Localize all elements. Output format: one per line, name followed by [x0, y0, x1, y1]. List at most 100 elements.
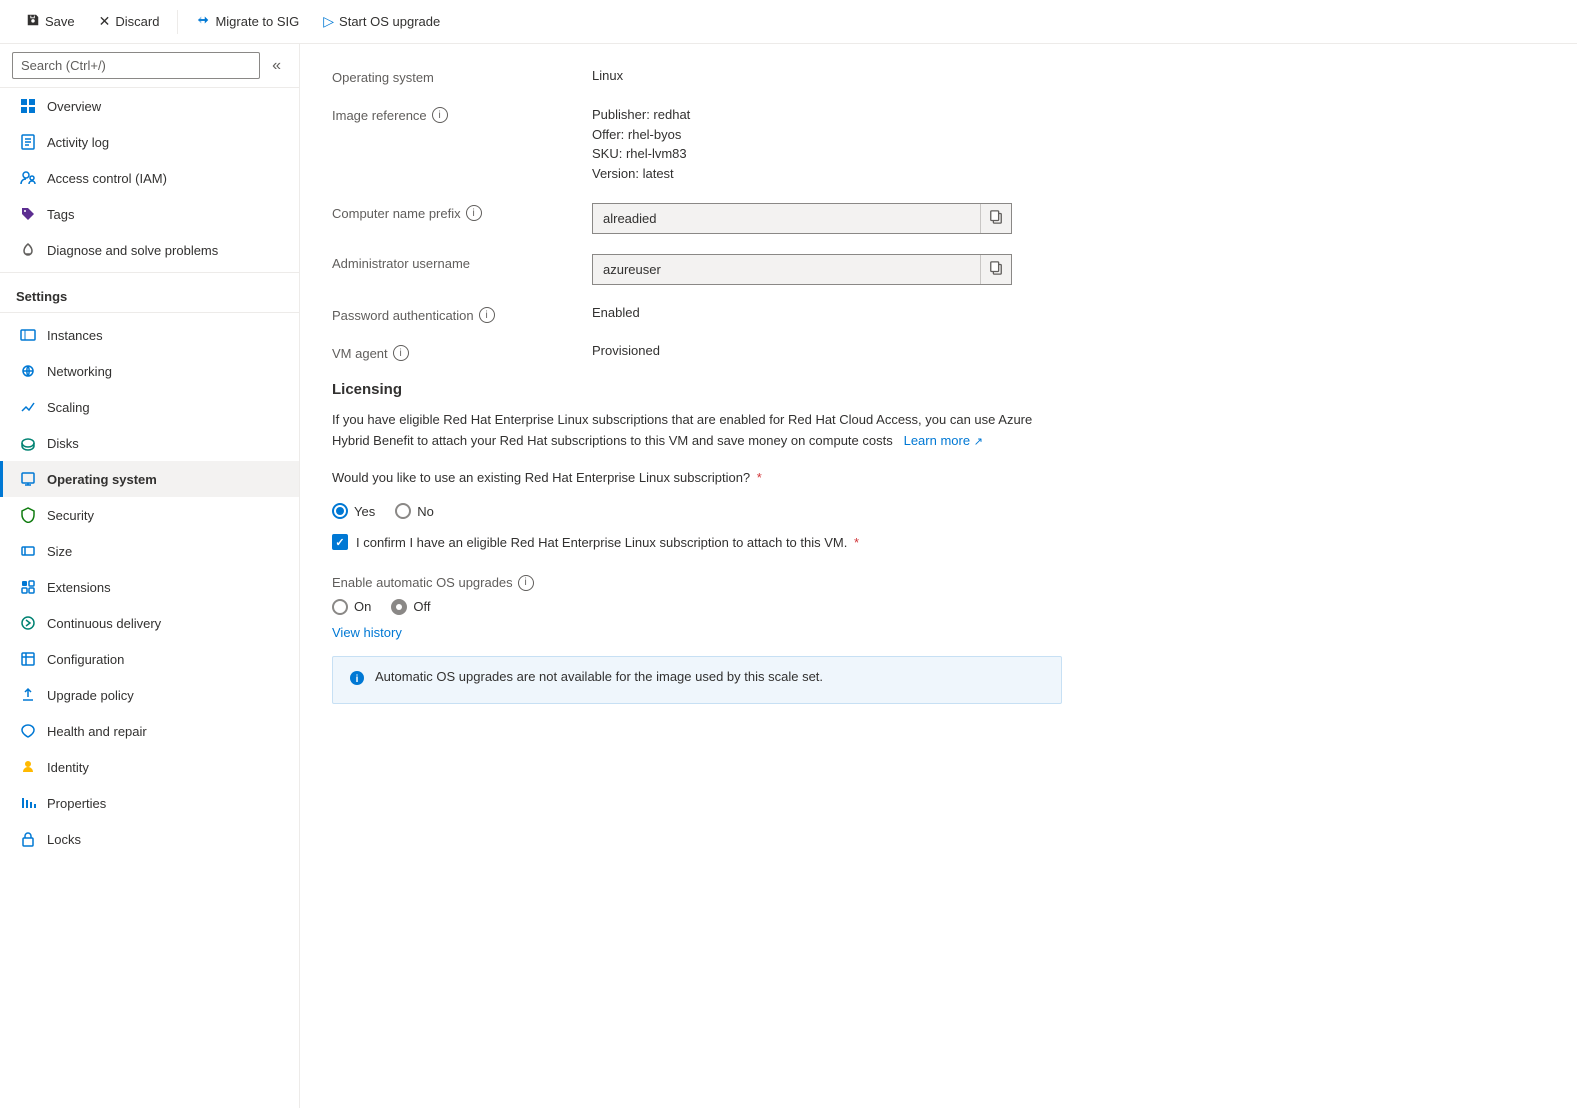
- start-icon: ▷: [323, 13, 334, 30]
- search-input[interactable]: [12, 52, 260, 79]
- sidebar-item-health-repair[interactable]: Health and repair: [0, 713, 299, 749]
- sidebar-item-label: Tags: [47, 207, 74, 222]
- sidebar-item-label: Scaling: [47, 400, 90, 415]
- required-mark: *: [757, 470, 762, 485]
- settings-section-title: Settings: [0, 277, 299, 308]
- field-label-password-auth: Password authentication i: [332, 305, 592, 323]
- sidebar-item-label: Networking: [47, 364, 112, 379]
- yes-radio[interactable]: [332, 503, 348, 519]
- sidebar-item-disks[interactable]: Disks: [0, 425, 299, 461]
- sidebar-item-operating-system[interactable]: Operating system: [0, 461, 299, 497]
- field-label-os: Operating system: [332, 68, 592, 85]
- view-history-link[interactable]: View history: [332, 625, 402, 640]
- subscription-question: Would you like to use an existing Red Ha…: [332, 468, 762, 488]
- image-info-icon[interactable]: i: [432, 107, 448, 123]
- sidebar-item-properties[interactable]: Properties: [0, 785, 299, 821]
- computer-name-copy-button[interactable]: [980, 204, 1011, 233]
- sidebar-item-size[interactable]: Size: [0, 533, 299, 569]
- confirm-checkbox[interactable]: [332, 534, 348, 550]
- sidebar-item-locks[interactable]: Locks: [0, 821, 299, 857]
- computer-name-info-icon[interactable]: i: [466, 205, 482, 221]
- field-admin-username: Administrator username: [332, 254, 1545, 285]
- save-icon: [26, 13, 40, 30]
- vm-agent-info-icon[interactable]: i: [393, 345, 409, 361]
- os-upgrades-off-radio[interactable]: [391, 599, 407, 615]
- toolbar-divider: [177, 10, 178, 34]
- info-banner-icon: i: [349, 670, 365, 691]
- save-button[interactable]: Save: [16, 8, 85, 35]
- sidebar-item-label: Upgrade policy: [47, 688, 134, 703]
- learn-more-link[interactable]: Learn more ↗: [900, 433, 983, 448]
- field-label-image: Image reference i: [332, 105, 592, 123]
- sidebar-item-label: Locks: [47, 832, 81, 847]
- field-password-auth: Password authentication i Enabled: [332, 305, 1545, 323]
- sidebar-item-upgrade-policy[interactable]: Upgrade policy: [0, 677, 299, 713]
- no-radio[interactable]: [395, 503, 411, 519]
- no-option[interactable]: No: [395, 503, 434, 519]
- sidebar-item-networking[interactable]: Networking: [0, 353, 299, 389]
- sidebar-item-activity-log[interactable]: Activity log: [0, 124, 299, 160]
- sidebar-item-instances[interactable]: Instances: [0, 317, 299, 353]
- content-area: Operating system Linux Image reference i…: [300, 44, 1577, 1108]
- field-vm-agent: VM agent i Provisioned: [332, 343, 1545, 361]
- overview-icon: [19, 97, 37, 115]
- os-icon: [19, 470, 37, 488]
- start-os-upgrade-button[interactable]: ▷ Start OS upgrade: [313, 8, 450, 35]
- activity-log-icon: [19, 133, 37, 151]
- sidebar-item-security[interactable]: Security: [0, 497, 299, 533]
- sidebar-item-label: Overview: [47, 99, 101, 114]
- auto-os-info-icon[interactable]: i: [518, 575, 534, 591]
- info-banner-text: Automatic OS upgrades are not available …: [375, 669, 823, 684]
- computer-name-input-group: [592, 203, 1012, 234]
- yes-option[interactable]: Yes: [332, 503, 375, 519]
- instances-icon: [19, 326, 37, 344]
- subscription-radio-group: Yes No: [332, 503, 1545, 519]
- discard-button[interactable]: ✕ Discard: [89, 8, 170, 35]
- cd-icon: [19, 614, 37, 632]
- sidebar-item-label: Identity: [47, 760, 89, 775]
- extensions-icon: [19, 578, 37, 596]
- sidebar-item-label: Diagnose and solve problems: [47, 243, 218, 258]
- sidebar-item-label: Security: [47, 508, 94, 523]
- os-upgrades-on-option[interactable]: On: [332, 599, 371, 615]
- sidebar-item-configuration[interactable]: Configuration: [0, 641, 299, 677]
- sidebar-item-access-control[interactable]: Access control (IAM): [0, 160, 299, 196]
- field-image-reference: Image reference i Publisher: redhat Offe…: [332, 105, 1545, 183]
- health-icon: [19, 722, 37, 740]
- field-value-image: Publisher: redhat Offer: rhel-byos SKU: …: [592, 105, 1545, 183]
- sidebar-collapse-button[interactable]: «: [266, 55, 287, 77]
- sidebar-item-label: Health and repair: [47, 724, 147, 739]
- field-value-password-auth: Enabled: [592, 305, 1545, 320]
- migrate-sig-button[interactable]: Migrate to SIG: [186, 8, 309, 35]
- migrate-icon: [196, 13, 210, 30]
- sidebar-item-diagnose[interactable]: Diagnose and solve problems: [0, 232, 299, 268]
- locks-icon: [19, 830, 37, 848]
- sidebar-search-area: «: [0, 44, 299, 88]
- field-auto-os-upgrades: Enable automatic OS upgrades i: [332, 573, 1545, 591]
- field-value-computer-name: [592, 203, 1545, 234]
- computer-name-input[interactable]: [593, 205, 980, 232]
- tags-icon: [19, 205, 37, 223]
- sidebar-item-overview[interactable]: Overview: [0, 88, 299, 124]
- sidebar-item-label: Continuous delivery: [47, 616, 161, 631]
- identity-icon: [19, 758, 37, 776]
- os-upgrades-on-radio[interactable]: [332, 599, 348, 615]
- licensing-heading: Licensing: [332, 381, 1545, 398]
- os-upgrades-off-option[interactable]: Off: [391, 599, 430, 615]
- field-label-auto-os: Enable automatic OS upgrades i: [332, 573, 592, 591]
- admin-username-copy-button[interactable]: [980, 255, 1011, 284]
- size-icon: [19, 542, 37, 560]
- security-icon: [19, 506, 37, 524]
- sidebar-item-continuous-delivery[interactable]: Continuous delivery: [0, 605, 299, 641]
- sidebar-item-tags[interactable]: Tags: [0, 196, 299, 232]
- password-auth-info-icon[interactable]: i: [479, 307, 495, 323]
- config-icon: [19, 650, 37, 668]
- sidebar-item-extensions[interactable]: Extensions: [0, 569, 299, 605]
- os-upgrades-radio-group: On Off: [332, 599, 1545, 615]
- sidebar-item-label: Operating system: [47, 472, 157, 487]
- diagnose-icon: [19, 241, 37, 259]
- sidebar-item-scaling[interactable]: Scaling: [0, 389, 299, 425]
- sidebar-item-identity[interactable]: Identity: [0, 749, 299, 785]
- sidebar-item-label: Configuration: [47, 652, 124, 667]
- admin-username-input[interactable]: [593, 256, 980, 283]
